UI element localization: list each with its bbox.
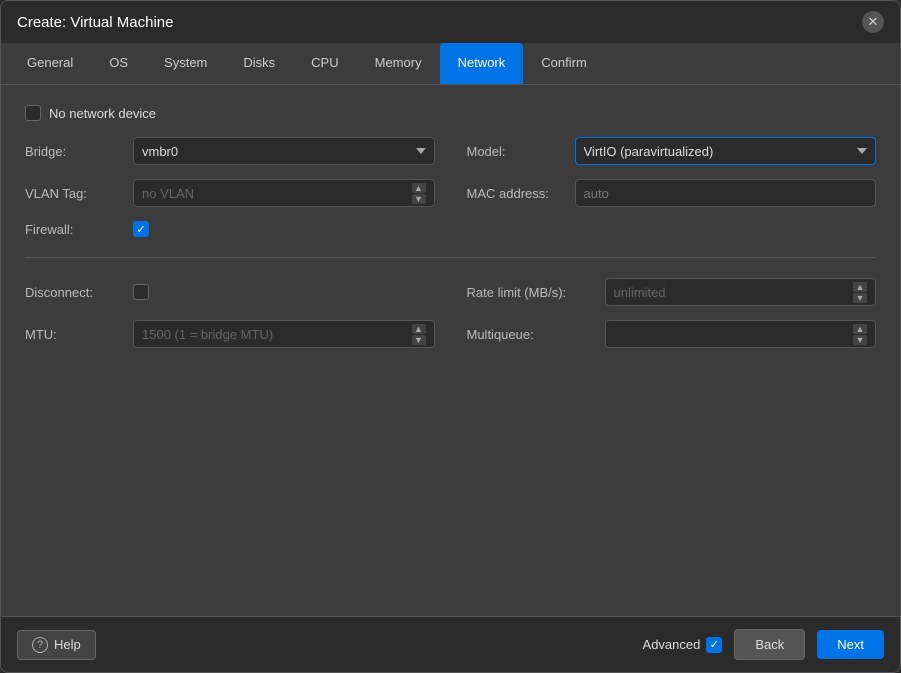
- rate-limit-row: Rate limit (MB/s): unlimited ▲ ▼: [467, 278, 877, 306]
- tab-disks[interactable]: Disks: [225, 43, 293, 84]
- rate-arrows: ▲ ▼: [853, 282, 867, 303]
- tab-os[interactable]: OS: [91, 43, 146, 84]
- vlan-row: VLAN Tag: no VLAN ▲ ▼: [25, 179, 435, 207]
- rate-down[interactable]: ▼: [853, 293, 867, 303]
- title-bar: Create: Virtual Machine ✕: [1, 1, 900, 43]
- model-label: Model:: [467, 144, 567, 159]
- firewall-row: Firewall:: [25, 221, 435, 237]
- tab-general[interactable]: General: [9, 43, 91, 84]
- bridge-row: Bridge: vmbr0: [25, 137, 435, 165]
- footer-right: Advanced Back Next: [643, 629, 884, 660]
- model-select[interactable]: VirtIO (paravirtualized): [575, 137, 877, 165]
- mac-label: MAC address:: [467, 186, 567, 201]
- disconnect-row: Disconnect:: [25, 278, 435, 306]
- tab-cpu[interactable]: CPU: [293, 43, 356, 84]
- rate-limit-spinner[interactable]: unlimited ▲ ▼: [605, 278, 877, 306]
- mtu-row: MTU: 1500 (1 = bridge MTU) ▲ ▼: [25, 320, 435, 348]
- tab-network[interactable]: Network: [440, 43, 524, 84]
- mtu-up[interactable]: ▲: [412, 324, 426, 334]
- disconnect-checkbox[interactable]: [133, 284, 149, 300]
- next-button[interactable]: Next: [817, 630, 884, 659]
- multiqueue-down[interactable]: ▼: [853, 335, 867, 345]
- bridge-select[interactable]: vmbr0: [133, 137, 435, 165]
- advanced-text: Advanced: [643, 637, 701, 652]
- tab-memory[interactable]: Memory: [357, 43, 440, 84]
- vlan-down[interactable]: ▼: [412, 194, 426, 204]
- help-label: Help: [54, 637, 81, 652]
- tab-bar: General OS System Disks CPU Memory Netwo…: [1, 43, 900, 85]
- vlan-up[interactable]: ▲: [412, 183, 426, 193]
- mtu-down[interactable]: ▼: [412, 335, 426, 345]
- multiqueue-arrows: ▲ ▼: [853, 324, 867, 345]
- vlan-arrows: ▲ ▼: [412, 183, 426, 204]
- tab-system[interactable]: System: [146, 43, 225, 84]
- mtu-arrows: ▲ ▼: [412, 324, 426, 345]
- help-button[interactable]: ? Help: [17, 630, 96, 660]
- mtu-label: MTU:: [25, 327, 125, 342]
- vlan-label: VLAN Tag:: [25, 186, 125, 201]
- no-network-row: No network device: [25, 105, 876, 121]
- mac-input[interactable]: [575, 179, 877, 207]
- section-divider: [25, 257, 876, 258]
- vlan-spinner[interactable]: no VLAN ▲ ▼: [133, 179, 435, 207]
- disconnect-label: Disconnect:: [25, 285, 125, 300]
- close-button[interactable]: ✕: [862, 11, 884, 33]
- mtu-spinner[interactable]: 1500 (1 = bridge MTU) ▲ ▼: [133, 320, 435, 348]
- bridge-label: Bridge:: [25, 144, 125, 159]
- firewall-checkbox[interactable]: [133, 221, 149, 237]
- firewall-label: Firewall:: [25, 222, 125, 237]
- rate-up[interactable]: ▲: [853, 282, 867, 292]
- rate-limit-label: Rate limit (MB/s):: [467, 285, 597, 300]
- multiqueue-spinner[interactable]: ▲ ▼: [605, 320, 877, 348]
- back-button[interactable]: Back: [734, 629, 805, 660]
- dialog-title: Create: Virtual Machine: [17, 14, 173, 31]
- tab-confirm[interactable]: Confirm: [523, 43, 605, 84]
- top-form-grid: Bridge: vmbr0 Model: VirtIO (paravirtual…: [25, 137, 876, 237]
- no-network-label: No network device: [49, 106, 156, 121]
- multiqueue-up[interactable]: ▲: [853, 324, 867, 334]
- bottom-form-grid: Disconnect: Rate limit (MB/s): unlimited…: [25, 278, 876, 348]
- create-vm-dialog: Create: Virtual Machine ✕ General OS Sys…: [0, 0, 901, 673]
- mtu-value: 1500 (1 = bridge MTU): [142, 327, 273, 342]
- multiqueue-row: Multiqueue: ▲ ▼: [467, 320, 877, 348]
- advanced-label[interactable]: Advanced: [643, 637, 723, 653]
- advanced-checkbox[interactable]: [706, 637, 722, 653]
- form-content: No network device Bridge: vmbr0 Model: V…: [1, 85, 900, 616]
- multiqueue-label: Multiqueue:: [467, 327, 597, 342]
- model-row: Model: VirtIO (paravirtualized): [467, 137, 877, 165]
- vlan-value: no VLAN: [142, 186, 194, 201]
- footer: ? Help Advanced Back Next: [1, 616, 900, 672]
- help-icon: ?: [32, 637, 48, 653]
- mac-row: MAC address:: [467, 179, 877, 207]
- no-network-checkbox[interactable]: [25, 105, 41, 121]
- rate-limit-value: unlimited: [614, 285, 666, 300]
